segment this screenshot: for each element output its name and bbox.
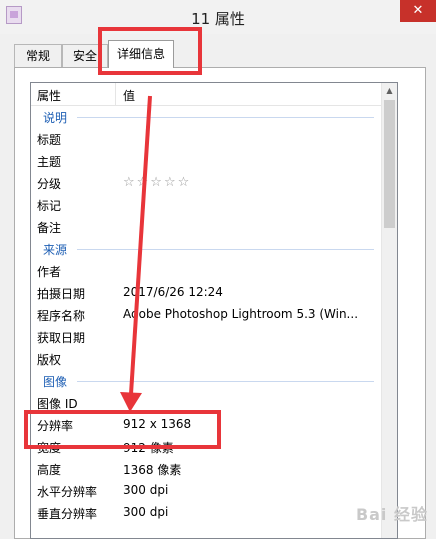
tab-details[interactable]: 详细信息 <box>108 40 174 68</box>
annotation-arrow <box>120 95 152 412</box>
watermark-logo: Bai 经验 <box>355 505 428 524</box>
